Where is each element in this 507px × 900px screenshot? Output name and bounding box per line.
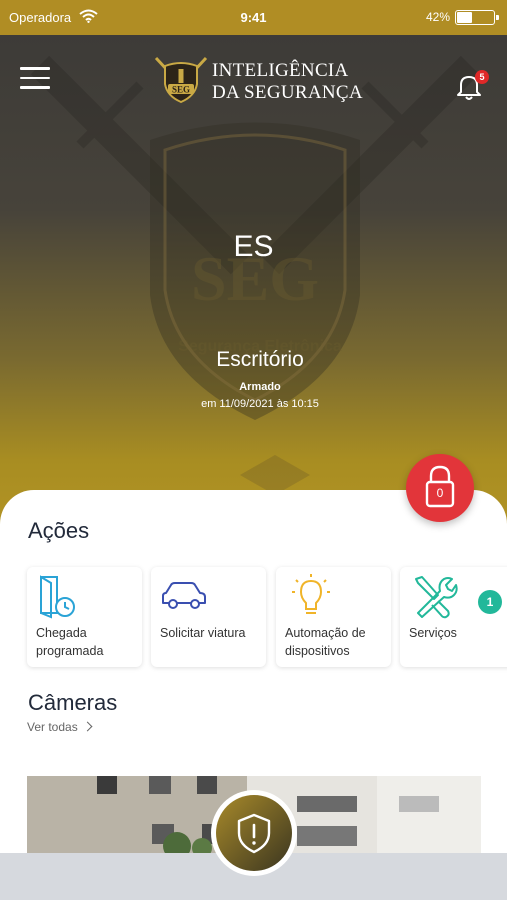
action-label: Chegada programada <box>36 626 104 658</box>
action-label: Solicitar viatura <box>160 626 246 640</box>
action-card-services[interactable]: Serviços <box>400 567 507 667</box>
car-icon <box>162 582 206 609</box>
svg-text:SEG: SEG <box>172 85 190 95</box>
actions-title: Ações <box>28 518 90 543</box>
battery-fill <box>457 12 472 23</box>
brand-logo: SEG INTELIGÊNCIA DA SEGURANÇA <box>152 52 363 108</box>
brand-name: INTELIGÊNCIA DA SEGURANÇA <box>212 60 363 103</box>
menu-button[interactable] <box>20 67 50 91</box>
chevron-right-icon <box>82 721 93 732</box>
cameras-title: Câmeras <box>28 690 118 715</box>
see-all-cameras-link[interactable]: Ver todas <box>27 720 93 734</box>
action-card-scheduled-arrival[interactable]: Chegada programada <box>27 567 142 667</box>
notification-badge: 5 <box>475 70 489 84</box>
action-card-device-automation[interactable]: Automação de dispositivos <box>276 567 391 667</box>
lock-toggle-button[interactable]: 0 <box>406 454 474 522</box>
tools-icon <box>415 576 458 619</box>
shield-alert-icon <box>237 813 271 854</box>
lock-count: 0 <box>436 486 444 500</box>
action-label: Serviços <box>409 626 457 640</box>
services-badge: 1 <box>478 590 502 614</box>
action-label: Automação de dispositivos <box>285 626 366 658</box>
battery-percentage: 42% <box>426 10 451 24</box>
scheduled-arrival-icon <box>40 575 75 619</box>
shield-logo-icon: SEG <box>154 56 208 104</box>
battery-icon <box>455 10 499 25</box>
notifications-button[interactable]: 5 <box>456 70 489 100</box>
panic-alert-button[interactable] <box>211 790 297 876</box>
lightbulb-icon <box>292 574 330 614</box>
action-card-request-vehicle[interactable]: Solicitar viatura <box>151 567 266 667</box>
site-name: Escritório <box>216 348 304 371</box>
site-code: ES <box>233 230 274 263</box>
arm-status-date: em 11/09/2021 às 10:15 <box>201 398 319 410</box>
arm-status: Armado <box>239 381 281 393</box>
status-bar: Operadora 9:41 42% <box>0 0 507 35</box>
